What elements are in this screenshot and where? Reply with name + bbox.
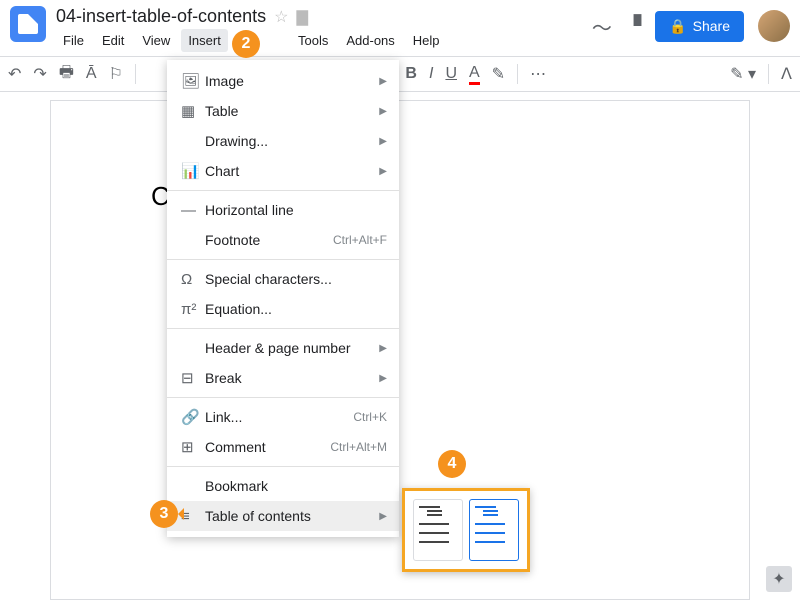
highlight-button[interactable]: ✎ [492, 64, 505, 84]
italic-button[interactable]: I [429, 65, 433, 83]
callout-2: 2 [232, 30, 260, 58]
menu-tools[interactable]: Tools [291, 29, 335, 52]
menu-item-footnote[interactable]: FootnoteCtrl+Alt+F [167, 225, 399, 255]
chevron-right-icon: ▶ [379, 136, 387, 147]
bold-button[interactable]: B [405, 65, 417, 83]
toc-submenu [402, 488, 530, 572]
star-icon[interactable]: ☆ [274, 7, 288, 27]
menu-item-bookmark[interactable]: Bookmark [167, 471, 399, 501]
avatar[interactable] [758, 10, 790, 42]
paint-format-button[interactable]: ⚐ [109, 64, 123, 84]
menu-item-table-of-contents[interactable]: ≡Table of contents▶ [167, 501, 399, 531]
lock-icon: 🔒 [669, 18, 686, 35]
menu-item-comment[interactable]: ⊞CommentCtrl+Alt+M [167, 432, 399, 462]
chevron-up-icon[interactable]: ᐱ [781, 64, 792, 84]
menu-edit[interactable]: Edit [95, 29, 131, 52]
menu-item-link-[interactable]: 🔗Link...Ctrl+K [167, 402, 399, 432]
menu-file[interactable]: File [56, 29, 91, 52]
toolbar: ↶ ↷ 🖶 Ᾱ ⚐ 11 ▼ B I U A ✎ ⋯ ✎ ▾ ᐱ [0, 56, 800, 92]
toc-option-links[interactable] [469, 499, 519, 561]
insert-menu-dropdown: 🖼Image▶▦Table▶Drawing...▶📊Chart▶ —Horizon… [167, 60, 399, 537]
chevron-right-icon: ▶ [379, 76, 387, 87]
chevron-right-icon: ▶ [379, 511, 387, 522]
print-button[interactable]: 🖶 [59, 61, 74, 88]
editing-mode-button[interactable]: ✎ ▾ [730, 64, 756, 84]
menu-item-table[interactable]: ▦Table▶ [167, 96, 399, 126]
callout-3: 3 [150, 500, 178, 528]
comments-icon[interactable]: ▝ [626, 14, 641, 39]
docs-logo[interactable] [10, 6, 46, 42]
explore-button[interactable]: ✦ [766, 566, 792, 592]
menu-bar: File Edit View Insert Format Tools Add-o… [56, 29, 592, 52]
menu-item-break[interactable]: ⊟Break▶ [167, 363, 399, 393]
menu-item-equation-[interactable]: π²Equation... [167, 294, 399, 324]
more-icon[interactable]: ⋯ [530, 64, 546, 84]
doc-title[interactable]: 04-insert-table-of-contents [56, 6, 266, 27]
spellcheck-button[interactable]: Ᾱ [86, 65, 97, 83]
callout-4: 4 [438, 450, 466, 478]
menu-item-header-page-number[interactable]: Header & page number▶ [167, 333, 399, 363]
chevron-right-icon: ▶ [379, 106, 387, 117]
toc-option-numbered[interactable] [413, 499, 463, 561]
menu-addons[interactable]: Add-ons [339, 29, 401, 52]
folder-icon[interactable]: ▇ [296, 8, 308, 26]
menu-view[interactable]: View [135, 29, 177, 52]
menu-insert[interactable]: Insert [181, 29, 228, 52]
redo-button[interactable]: ↷ [33, 64, 46, 84]
share-label: Share [693, 18, 730, 34]
chevron-right-icon: ▶ [379, 373, 387, 384]
share-button[interactable]: 🔒 Share [655, 11, 744, 42]
menu-item-chart[interactable]: 📊Chart▶ [167, 156, 399, 186]
undo-button[interactable]: ↶ [8, 64, 21, 84]
underline-button[interactable]: U [445, 65, 457, 83]
menu-item-drawing-[interactable]: Drawing...▶ [167, 126, 399, 156]
separator [135, 64, 136, 84]
trend-icon[interactable]: 〜 [592, 12, 612, 41]
text-color-button[interactable]: A [469, 64, 480, 85]
menu-item-special-characters-[interactable]: ΩSpecial characters... [167, 264, 399, 294]
menu-help[interactable]: Help [406, 29, 447, 52]
chevron-right-icon: ▶ [379, 166, 387, 177]
menu-item-image[interactable]: 🖼Image▶ [167, 66, 399, 96]
chevron-right-icon: ▶ [379, 343, 387, 354]
menu-item-horizontal-line[interactable]: —Horizontal line [167, 195, 399, 225]
